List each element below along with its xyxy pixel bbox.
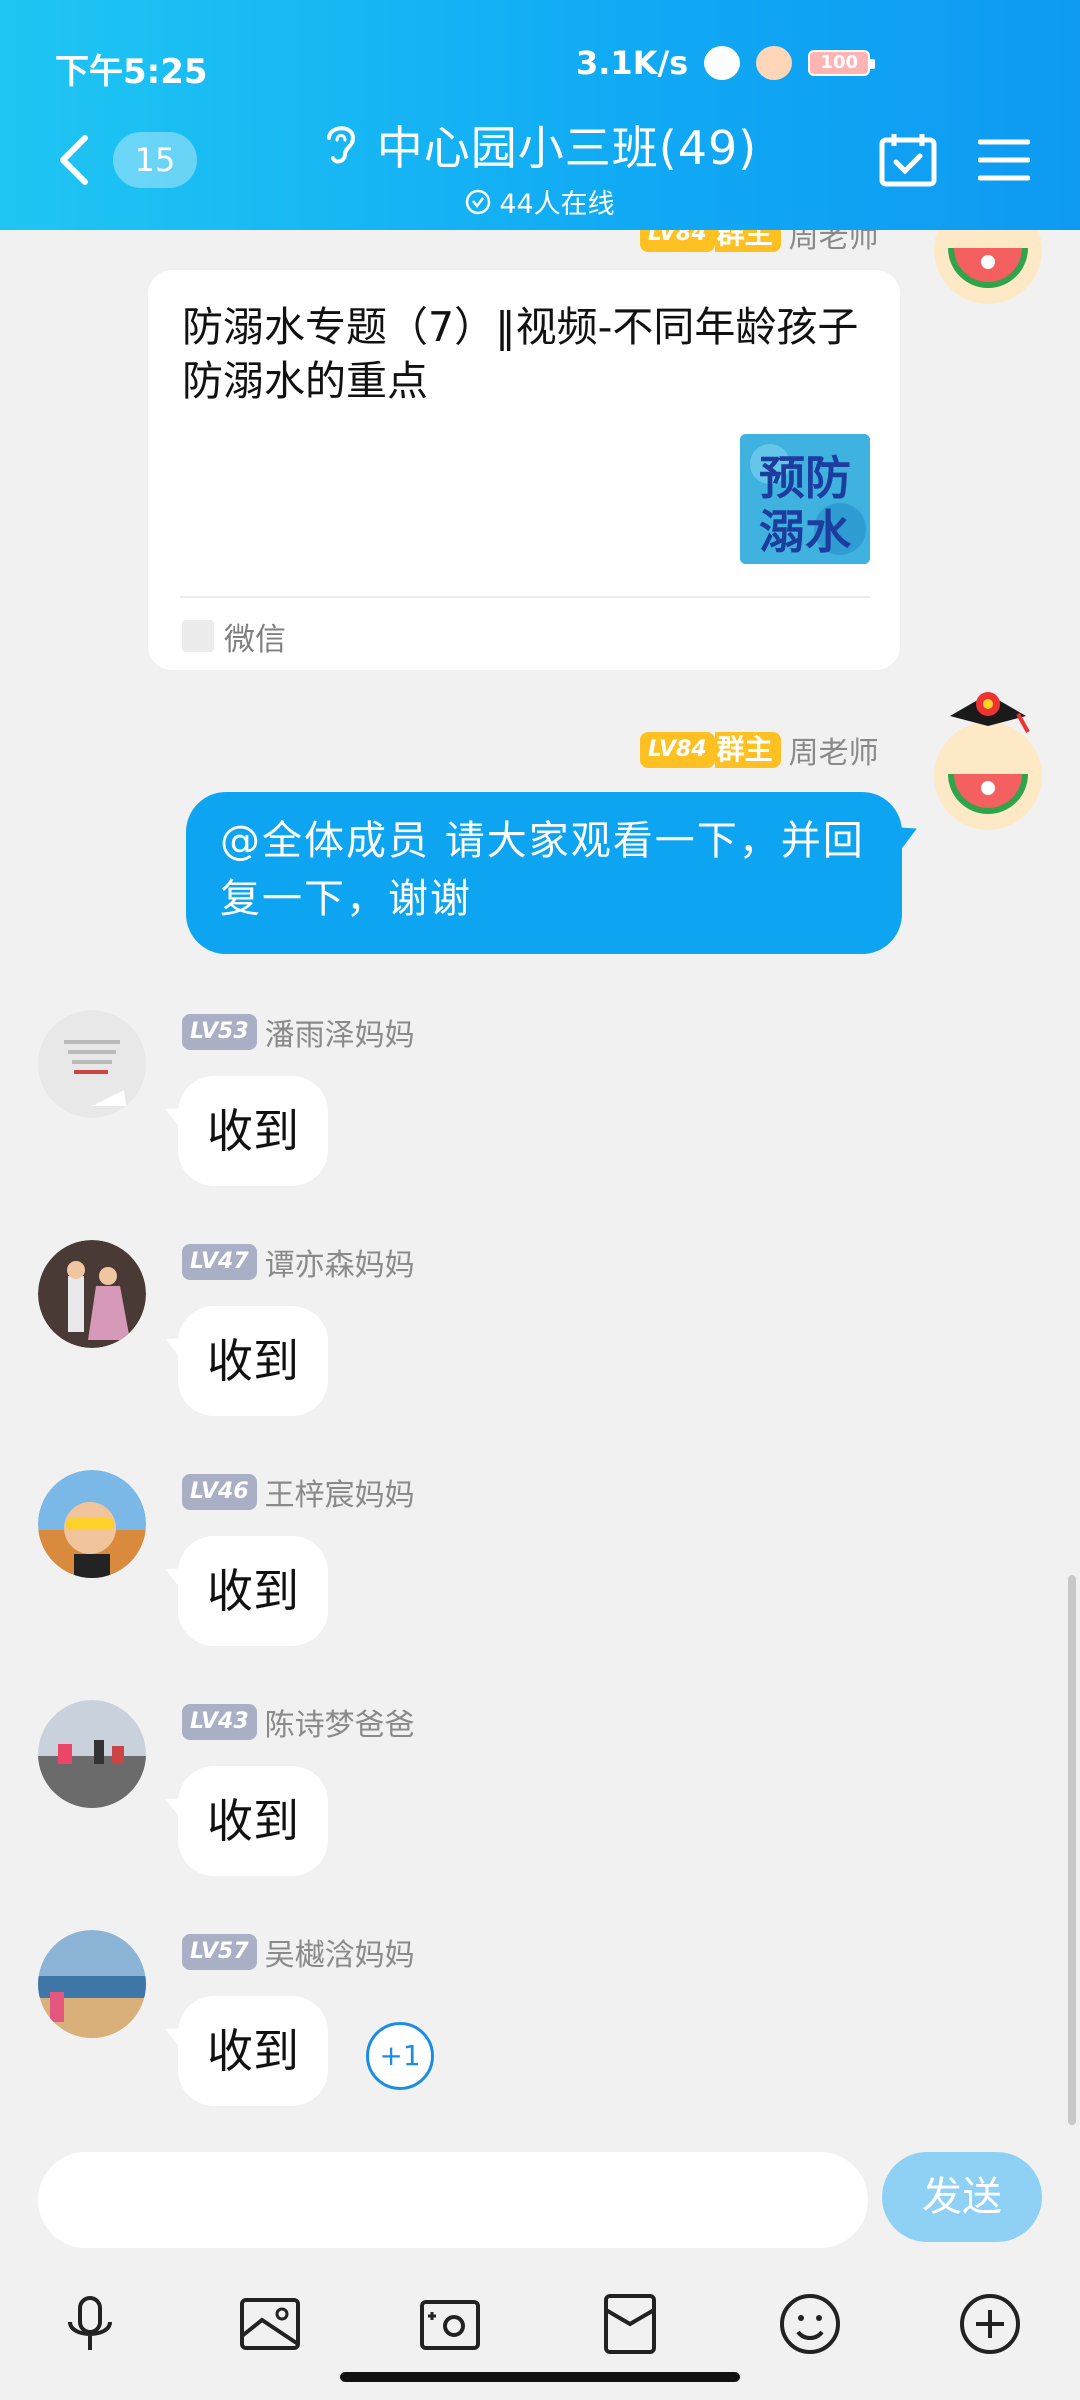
online-count: 44人在线 [499, 189, 615, 220]
sender-tag: LV53 潘雨泽妈妈 [182, 1010, 415, 1054]
avatar[interactable] [38, 1010, 146, 1118]
message-bubble[interactable]: 收到 [178, 1996, 328, 2106]
sender-name: 潘雨泽妈妈 [264, 1018, 415, 1053]
sender-name: 陈诗梦爸爸 [264, 1708, 415, 1743]
avatar[interactable] [934, 722, 1042, 830]
sender-name: 谭亦森妈妈 [264, 1248, 415, 1283]
avatar[interactable] [38, 1240, 146, 1348]
message-input[interactable] [38, 2152, 868, 2248]
crown-icon [946, 686, 1030, 734]
sender-name: 王梓宸妈妈 [264, 1478, 415, 1513]
level-badge: LV43 [182, 1704, 257, 1740]
more-button[interactable] [958, 2292, 1022, 2356]
composer: 发送 [0, 2130, 1080, 2400]
image-button[interactable] [238, 2292, 302, 2356]
own-message-bubble[interactable]: @全体成员 请大家观看一下，并回复一下，谢谢 [186, 792, 902, 954]
red-packet-button[interactable] [598, 2292, 662, 2356]
calendar-check-button[interactable] [878, 132, 938, 188]
status-icons: 3.1K/s 100 [576, 44, 876, 82]
app-notification-icon [704, 46, 741, 80]
menu-icon [977, 139, 1031, 181]
avatar[interactable] [38, 1470, 146, 1578]
sender-tag: LV84 群主 周老师 [640, 728, 879, 772]
plus-one-button[interactable]: +1 [366, 2022, 434, 2090]
level-badge: LV84 [640, 732, 715, 768]
message-bubble[interactable]: 收到 [178, 1766, 328, 1876]
sender-tag: LV46 王梓宸妈妈 [182, 1470, 415, 1514]
svg-text:预防: 预防 [759, 451, 851, 505]
back-button[interactable] [55, 130, 95, 190]
card-source: 微信 [224, 622, 286, 658]
avatar[interactable] [38, 1930, 146, 2038]
owner-badge: 群主 [714, 230, 781, 252]
online-status: 44人在线 [465, 182, 615, 221]
title-area[interactable]: 中心园小三班(49) 44人在线 [300, 112, 780, 221]
battery-icon: 100 [808, 50, 876, 76]
card-thumbnail: 预防 溺水 [740, 434, 870, 564]
sender-name: 吴樾浛妈妈 [264, 1938, 415, 1973]
scrollbar[interactable] [1068, 1575, 1076, 2125]
sender-tag: LV84 群主 周老师 [640, 230, 879, 256]
message-bubble[interactable]: 收到 [178, 1536, 328, 1646]
level-badge: LV57 [182, 1934, 257, 1970]
unread-count-badge[interactable]: 15 [113, 132, 197, 188]
sender-name: 周老师 [788, 230, 879, 255]
group-title: 中心园小三班(49) [376, 121, 758, 175]
emoji-button[interactable] [778, 2292, 842, 2356]
home-indicator[interactable] [340, 2372, 740, 2382]
calendar-check-icon [879, 134, 937, 187]
message-list[interactable]: LV84 群主 周老师 防溺水专题（7）‖视频-不同年龄孩子防溺水的重点 预防溺… [0, 230, 1080, 2130]
plus-icon [960, 2294, 1020, 2354]
message-bubble[interactable]: 收到 [178, 1306, 328, 1416]
mic-icon [68, 2296, 112, 2350]
link-card[interactable]: 防溺水专题（7）‖视频-不同年龄孩子防溺水的重点 预防 溺水 微信 [148, 270, 900, 670]
ear-icon [323, 120, 359, 170]
camera-icon [420, 2300, 480, 2350]
level-badge: LV53 [182, 1014, 257, 1050]
voice-button[interactable] [58, 2292, 122, 2356]
message-bubble[interactable]: 收到 [178, 1076, 328, 1186]
avatar[interactable] [934, 230, 1042, 304]
chat-header: 下午5:25 3.1K/s 100 15 中心园小三班(49) 44人在线 [0, 0, 1080, 230]
level-badge: LV84 [640, 230, 715, 252]
menu-button[interactable] [977, 138, 1031, 182]
avatar[interactable] [38, 1700, 146, 1808]
app-notification-icon-2 [756, 46, 793, 80]
owner-badge: 群主 [714, 732, 781, 768]
red-packet-icon [604, 2294, 656, 2354]
emoji-icon [780, 2294, 840, 2354]
network-speed: 3.1K/s [576, 44, 689, 82]
chevron-left-icon [60, 135, 88, 185]
svg-text:溺水: 溺水 [759, 505, 852, 559]
sender-tag: LV47 谭亦森妈妈 [182, 1240, 415, 1284]
camera-button[interactable] [418, 2292, 482, 2356]
online-check-icon [466, 189, 491, 214]
sender-tag: LV57 吴樾浛妈妈 [182, 1930, 415, 1974]
image-icon [240, 2298, 300, 2350]
card-title: 防溺水专题（7）‖视频-不同年龄孩子防溺水的重点 [182, 303, 859, 405]
status-time: 下午5:25 [55, 52, 208, 92]
send-button[interactable]: 发送 [882, 2152, 1042, 2242]
sender-name: 周老师 [788, 736, 879, 771]
level-badge: LV46 [182, 1474, 257, 1510]
wechat-icon [182, 620, 214, 652]
level-badge: LV47 [182, 1244, 257, 1280]
card-divider [180, 596, 870, 598]
sender-tag: LV43 陈诗梦爸爸 [182, 1700, 415, 1744]
